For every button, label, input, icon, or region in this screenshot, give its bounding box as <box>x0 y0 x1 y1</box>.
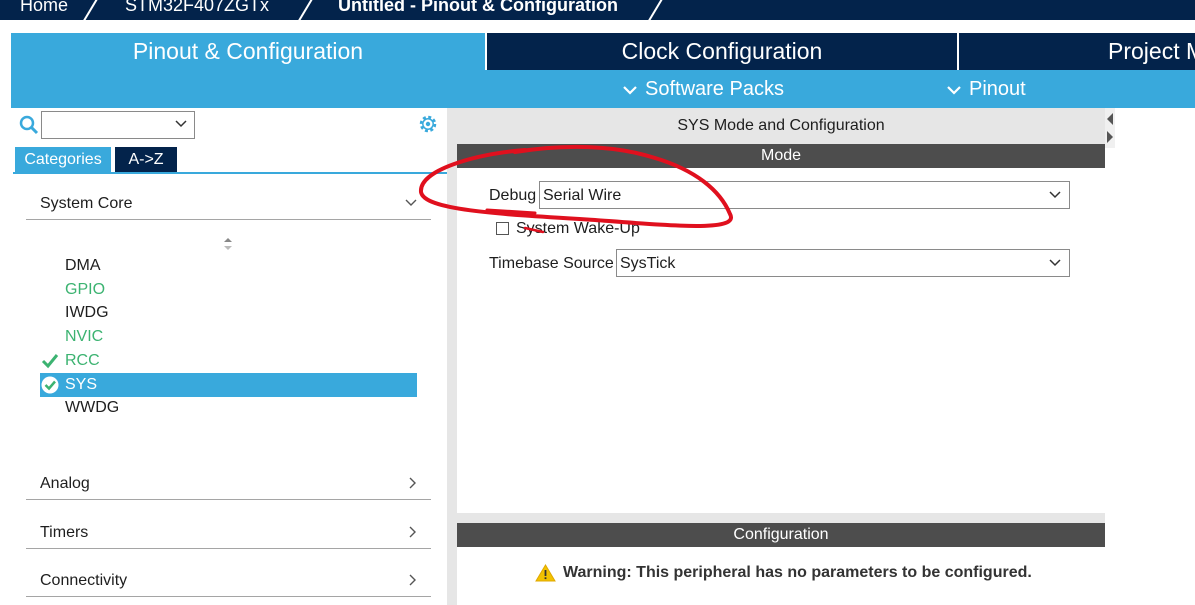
section-connectivity[interactable]: Connectivity <box>26 569 431 597</box>
section-system-core[interactable]: System Core <box>26 192 431 220</box>
pinout-menu[interactable]: Pinout <box>947 78 1026 101</box>
list-item-sys[interactable]: SYS <box>65 376 97 394</box>
breadcrumb-project[interactable]: Untitled - Pinout & Configuration <box>338 0 618 16</box>
software-packs-menu[interactable]: Software Packs <box>623 78 784 101</box>
breadcrumb-separator-icon <box>83 0 98 20</box>
panel-title: SYS Mode and Configuration <box>677 117 885 134</box>
warning-text: Warning: This peripheral has no paramete… <box>563 564 1032 581</box>
search-input[interactable] <box>41 111 195 139</box>
breadcrumb: Home STM32F407ZGTx Untitled - Pinout & C… <box>0 0 1195 20</box>
section-timers[interactable]: Timers <box>26 521 431 549</box>
debug-select[interactable]: Serial Wire <box>539 181 1070 209</box>
timebase-select[interactable]: SysTick <box>616 249 1070 277</box>
chevron-right-icon <box>409 526 416 538</box>
breadcrumb-home[interactable]: Home <box>20 0 68 16</box>
configuration-header: Configuration <box>457 523 1105 547</box>
tab-a-to-z[interactable]: A->Z <box>115 147 177 172</box>
collapse-handle[interactable] <box>1105 108 1115 148</box>
breadcrumb-separator-icon <box>648 0 663 20</box>
tab-categories[interactable]: Categories <box>15 147 111 172</box>
chevron-down-icon <box>175 120 187 128</box>
section-label: System Core <box>40 195 133 212</box>
main-tabbar: Pinout & Configuration Clock Configurati… <box>11 33 1195 70</box>
debug-label: Debug <box>489 187 537 204</box>
list-item-gpio[interactable]: GPIO <box>65 281 105 299</box>
section-label: Connectivity <box>40 572 128 589</box>
debug-select-value: Serial Wire <box>543 187 622 204</box>
breadcrumb-mcu[interactable]: STM32F407ZGTx <box>125 0 269 16</box>
chevron-down-icon <box>623 85 637 95</box>
check-circle-icon <box>41 376 59 394</box>
chevron-down-icon <box>405 199 417 206</box>
tab-project-manager[interactable]: Project M <box>959 33 1195 70</box>
pinout-label: Pinout <box>969 78 1026 100</box>
chevron-right-icon <box>409 477 416 489</box>
timebase-label: Timebase Source <box>489 255 614 272</box>
system-wakeup-checkbox[interactable] <box>496 222 509 235</box>
section-label: Timers <box>40 524 89 541</box>
panel-splitter[interactable] <box>447 108 457 605</box>
chevron-down-icon <box>1049 259 1061 267</box>
search-icon[interactable] <box>19 115 39 135</box>
check-icon <box>41 354 59 369</box>
warning-message: Warning: This peripheral has no paramete… <box>535 564 1032 582</box>
list-item-rcc[interactable]: RCC <box>65 352 100 370</box>
list-item-wwdg[interactable]: WWDG <box>65 399 119 417</box>
collapse-arrows-icon <box>1107 113 1113 143</box>
breadcrumb-separator-icon <box>298 0 313 20</box>
sort-arrows-icon[interactable] <box>222 237 234 251</box>
tab-clock-configuration[interactable]: Clock Configuration <box>487 33 957 70</box>
list-item-iwdg[interactable]: IWDG <box>65 304 109 322</box>
chevron-down-icon <box>947 85 961 95</box>
sub-menu-bar: Software Packs Pinout <box>11 70 1195 108</box>
gear-icon[interactable] <box>417 113 439 135</box>
section-label: Analog <box>40 475 90 492</box>
tab-underline <box>13 172 447 174</box>
mode-header: Mode <box>457 144 1105 168</box>
system-wakeup-label: System Wake-Up <box>516 220 640 237</box>
tab-pinout-configuration[interactable]: Pinout & Configuration <box>11 33 485 70</box>
list-item-dma[interactable]: DMA <box>65 257 101 275</box>
warning-icon <box>535 564 556 582</box>
list-item-nvic[interactable]: NVIC <box>65 328 103 346</box>
chevron-right-icon <box>409 574 416 586</box>
categories-panel: Categories A->Z System Core DMA GPIO IWD… <box>11 108 447 605</box>
stm32cubemx-window: Home STM32F407ZGTx Untitled - Pinout & C… <box>0 0 1195 605</box>
section-analog[interactable]: Analog <box>26 472 431 500</box>
chevron-down-icon <box>1049 191 1061 199</box>
software-packs-label: Software Packs <box>645 78 784 100</box>
timebase-select-value: SysTick <box>620 255 676 272</box>
